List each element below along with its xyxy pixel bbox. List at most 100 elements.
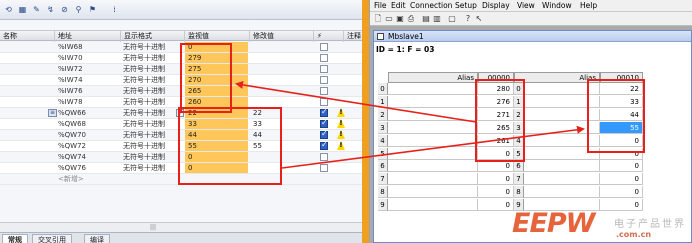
modify-checkbox[interactable]: [320, 129, 328, 139]
stop-force-icon[interactable]: ⊘: [58, 3, 71, 16]
modify-checkbox[interactable]: [320, 43, 328, 51]
alias-cell[interactable]: [524, 108, 600, 121]
help-icon[interactable]: ?: [463, 14, 473, 24]
watch-table-row[interactable]: %QW68无符号十进制3333!: [0, 118, 362, 130]
format-cell[interactable]: 无符号十进制: [123, 53, 185, 63]
alias-cell[interactable]: [388, 83, 478, 95]
alias-cell[interactable]: [524, 173, 600, 186]
alias-cell[interactable]: [388, 147, 478, 160]
alias-cell[interactable]: [524, 121, 600, 134]
menu-help[interactable]: Help: [580, 1, 597, 11]
force-icon[interactable]: ↯: [44, 3, 57, 16]
watch-table-row[interactable]: %IW68 无符号十进制 0: [0, 42, 362, 53]
modify-checkbox[interactable]: [320, 65, 328, 73]
pane-splitter[interactable]: [362, 0, 369, 243]
register-value-cell[interactable]: 0: [600, 134, 643, 147]
modify-value-cell[interactable]: 44: [252, 130, 312, 140]
child-title-bar[interactable]: Mbslave1: [374, 31, 691, 42]
format-cell[interactable]: 无符号十进制: [123, 97, 185, 107]
menu-display[interactable]: Display: [482, 1, 510, 11]
menu-edit[interactable]: Edit: [391, 1, 406, 11]
register-value-cell[interactable]: 22: [600, 83, 643, 95]
alias-cell[interactable]: [388, 134, 478, 147]
watch-table-row[interactable]: %QW74 无符号十进制 0: [0, 152, 362, 163]
menu-setup[interactable]: Setup: [455, 1, 477, 11]
address-cell[interactable]: %QW74: [58, 152, 120, 162]
row-edit-marker-icon[interactable]: ≡: [48, 109, 57, 117]
watch-table-row[interactable]: %QW76 无符号十进制 0: [0, 163, 362, 174]
alias-cell[interactable]: [388, 121, 478, 134]
modify-checkbox[interactable]: [320, 87, 328, 95]
pin-icon[interactable]: ⚲: [72, 3, 85, 16]
address-cell[interactable]: <新增>: [58, 174, 120, 184]
tab-compile[interactable]: 编译: [84, 234, 110, 243]
register-value-cell[interactable]: 0: [478, 186, 514, 199]
format-cell[interactable]: 无符号十进制: [123, 130, 185, 140]
modify-checkbox[interactable]: [320, 140, 328, 150]
register-value-cell[interactable]: 55: [600, 121, 643, 134]
alias-cell[interactable]: [524, 147, 600, 160]
register-value-cell[interactable]: 265: [478, 121, 514, 134]
watch-table-row[interactable]: %IW72 无符号十进制 275: [0, 64, 362, 75]
format-cell[interactable]: 无符号十进制: [123, 75, 185, 85]
modify-value-cell[interactable]: [252, 86, 312, 96]
scroll-grip-icon[interactable]: |||: [150, 225, 158, 231]
address-cell[interactable]: %IW74: [58, 75, 120, 85]
modify-value-cell[interactable]: [252, 53, 312, 63]
address-cell[interactable]: %IW70: [58, 53, 120, 63]
modify-value-cell[interactable]: [252, 64, 312, 74]
register-value-cell[interactable]: 271: [478, 108, 514, 121]
register-value-cell[interactable]: 276: [478, 95, 514, 108]
refresh-icon[interactable]: ⟲: [2, 3, 15, 16]
register-value-cell[interactable]: 0: [478, 173, 514, 186]
watch-table-row[interactable]: %QW70无符号十进制4444!: [0, 129, 362, 141]
watch-table-row[interactable]: %IW78 无符号十进制 260: [0, 97, 362, 108]
tab-general[interactable]: 常规: [2, 234, 28, 243]
format-cell[interactable]: 无符号十进制: [123, 163, 185, 173]
alias-cell[interactable]: [524, 134, 600, 147]
table-icon[interactable]: ▥: [432, 14, 442, 24]
address-cell[interactable]: %QW68: [58, 119, 120, 129]
format-cell[interactable]: 无符号十进制: [123, 86, 185, 96]
modify-value-cell[interactable]: 55: [252, 141, 312, 151]
format-cell[interactable]: [123, 174, 185, 184]
modify-checkbox[interactable]: [320, 76, 328, 84]
alias-cell[interactable]: [388, 160, 478, 173]
menu-view[interactable]: View: [517, 1, 535, 11]
display-icon[interactable]: ▢: [447, 14, 457, 24]
register-value-cell[interactable]: 261: [478, 134, 514, 147]
register-value-cell[interactable]: 0: [600, 160, 643, 173]
menu-connection[interactable]: Connection: [410, 1, 452, 11]
alias-cell[interactable]: [388, 95, 478, 108]
format-cell[interactable]: 无符号十进制: [123, 152, 185, 162]
modify-value-cell[interactable]: [252, 75, 312, 85]
alias-cell[interactable]: [524, 83, 600, 95]
tab-cross-reference[interactable]: 交叉引用: [32, 234, 72, 243]
modify-value-cell[interactable]: 22: [252, 108, 312, 118]
alias-cell[interactable]: [388, 199, 478, 212]
register-value-cell[interactable]: 0: [600, 147, 643, 160]
alias-cell[interactable]: [388, 108, 478, 121]
modify-value-cell[interactable]: [252, 174, 312, 184]
format-cell[interactable]: 无符号十进制: [123, 42, 185, 52]
format-cell[interactable]: 无符号十进制: [123, 64, 185, 74]
address-cell[interactable]: %IW72: [58, 64, 120, 74]
modify-value-cell[interactable]: [252, 97, 312, 107]
register-value-cell[interactable]: 33: [600, 95, 643, 108]
modify-icon[interactable]: ✎: [30, 3, 43, 16]
register-value-cell[interactable]: 0: [478, 160, 514, 173]
trigger-icon[interactable]: ⚑: [86, 3, 99, 16]
modify-value-cell[interactable]: 33: [252, 119, 312, 129]
watch-table-row[interactable]: ≡%QW66无符号十进制22▾22!: [0, 107, 362, 119]
register-value-cell[interactable]: 0: [600, 186, 643, 199]
address-cell[interactable]: %IW78: [58, 97, 120, 107]
context-help-icon[interactable]: ↖: [474, 14, 484, 24]
alias-cell[interactable]: [388, 186, 478, 199]
dropdown-arrow-icon[interactable]: ▾: [176, 109, 184, 117]
modify-checkbox[interactable]: [320, 118, 328, 128]
watch-table-row[interactable]: %IW70 无符号十进制 279: [0, 53, 362, 64]
alias-cell[interactable]: [524, 160, 600, 173]
modify-checkbox[interactable]: [320, 54, 328, 62]
register-value-cell[interactable]: 280: [478, 83, 514, 95]
modify-checkbox[interactable]: [320, 164, 328, 172]
